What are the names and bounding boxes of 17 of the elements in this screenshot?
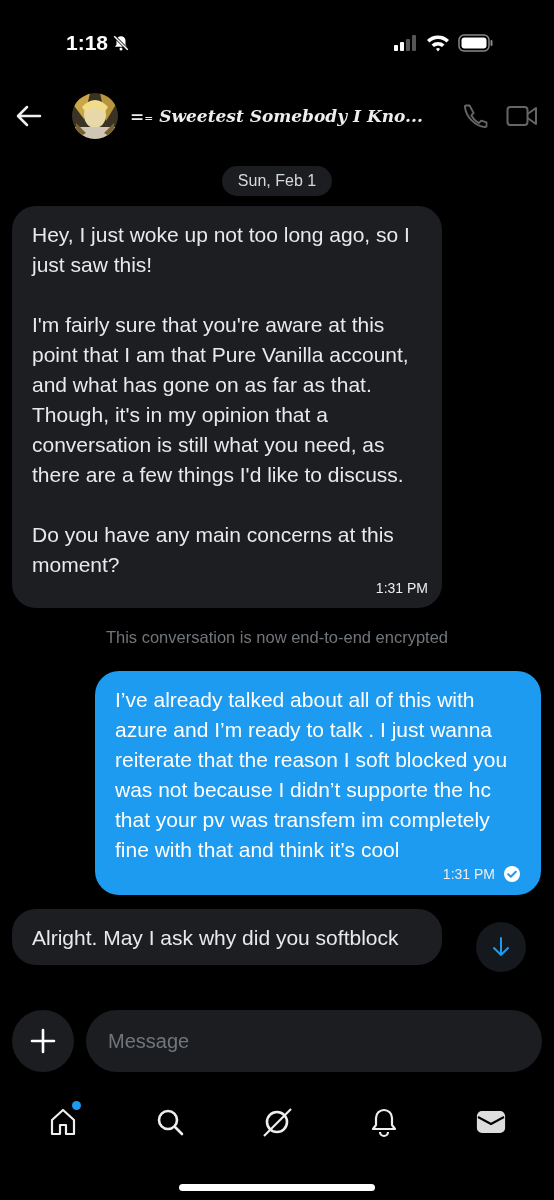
- message-text: I’ve already talked about all of this with azure and I’m ready to talk . I just wanna reiterate that the reason I soft blocked you was not because I didn’t supporte the hc that your pv was transfem im completely fine with that and think it’s cool: [115, 687, 509, 863]
- plus-icon: [30, 1028, 56, 1054]
- contact-name[interactable]: =₌ Sweetest Somebody I Kno...: [130, 106, 448, 126]
- battery-icon: [458, 34, 494, 52]
- message-text: Alright. May I ask why did you softblock: [32, 925, 400, 951]
- date-label: Sun, Feb 1: [221, 166, 333, 196]
- message-time: 1:31 PM: [442, 866, 495, 882]
- scroll-down-button[interactable]: [476, 922, 526, 972]
- down-arrow-icon: [491, 936, 511, 958]
- clock-time: 1:18: [66, 31, 109, 55]
- encryption-notice: This conversation is now end-to-end encrypted: [104, 628, 450, 647]
- message-field[interactable]: Message: [86, 1010, 542, 1072]
- back-button[interactable]: [14, 103, 44, 129]
- message-text: Hey, I just woke up not too long ago, so I just saw this! I'm fairly sure that you're aware at this point that I am that Pure Vanilla account, and what has gone on as far as that. Though, it's in my opinion that a conversation is still what you need, as there are a few things I'd like to discuss. Do you have any main concerns at this moment?: [32, 222, 411, 578]
- message-time: 1:31 PM: [375, 580, 428, 596]
- signal-icon: [394, 35, 418, 51]
- wifi-icon: [426, 34, 450, 52]
